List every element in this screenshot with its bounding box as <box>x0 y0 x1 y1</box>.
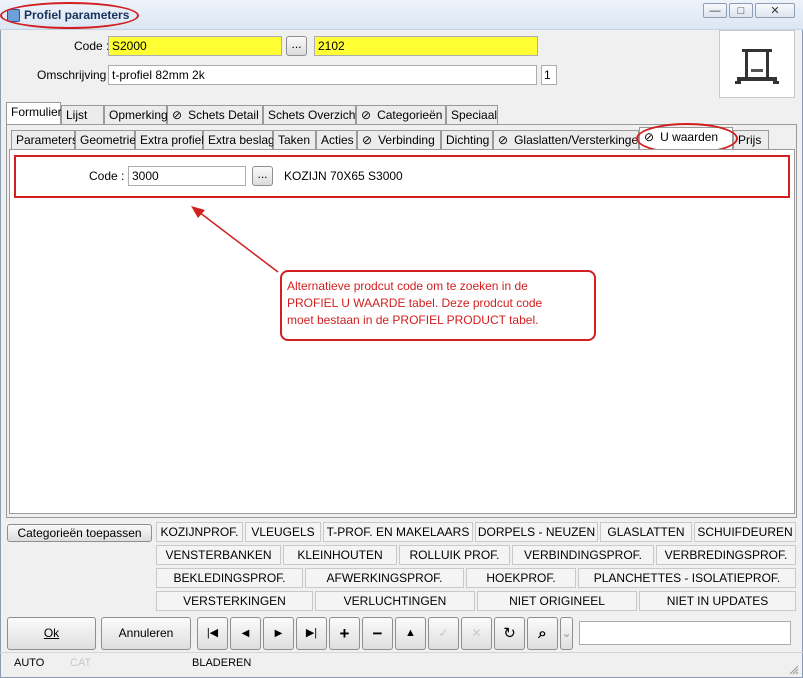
cancel-button[interactable]: Annuleren <box>101 617 191 650</box>
minimize-button[interactable]: — <box>703 3 727 18</box>
description-field[interactable]: t-profiel 82mm 2k <box>108 65 537 85</box>
tab-formulier[interactable]: Formulier <box>6 102 62 125</box>
u-code-description: KOZIJN 70X65 S3000 <box>284 169 403 183</box>
code-browse-button[interactable]: ... <box>286 36 307 56</box>
paperclip-icon: ⊘ <box>361 108 372 122</box>
discard-icon[interactable]: ✕ <box>461 617 492 650</box>
subtab-acties[interactable]: Acties <box>316 130 357 150</box>
tab-categorieen[interactable]: ⊘ Categorieën <box>356 105 446 125</box>
tab-speciaal[interactable]: Speciaal <box>446 105 498 125</box>
status-divider <box>0 652 803 653</box>
maximize-button[interactable]: □ <box>729 3 753 18</box>
category-glaslatten[interactable]: GLASLATTEN <box>600 522 692 542</box>
category-vensterbanken[interactable]: VENSTERBANKEN <box>156 545 281 565</box>
annotation-line: moet bestaan in de PROFIEL PRODUCT tabel… <box>287 313 539 327</box>
tab-label: Schets Detail <box>188 108 259 122</box>
tab-schets-overzicht[interactable]: Schets Overzicht <box>263 105 359 125</box>
status-cat: CAT <box>70 657 92 669</box>
paperclip-icon: ⊘ <box>172 108 183 122</box>
u-code-label: Code : <box>89 169 125 183</box>
ok-button[interactable]: Ok <box>7 617 96 650</box>
first-record-icon[interactable]: |◀ <box>197 617 228 650</box>
tab-label: Categorieën <box>377 108 443 122</box>
category-verluchtingen[interactable]: VERLUCHTINGEN <box>315 591 475 611</box>
category-versterkingen[interactable]: VERSTERKINGEN <box>156 591 313 611</box>
category-afwerkingsprof[interactable]: AFWERKINGSPROF. <box>305 568 464 588</box>
last-record-icon[interactable]: ▶| <box>296 617 327 650</box>
subtab-parameters[interactable]: Parameters <box>11 130 78 150</box>
subtab-extra-profiel[interactable]: Extra profiel <box>135 130 204 150</box>
category-t-prof[interactable]: T-PROF. EN MAKELAARS <box>323 522 473 542</box>
find-dropdown-icon[interactable]: ⌄ <box>560 617 573 650</box>
subtab-dichting[interactable]: Dichting <box>441 130 493 150</box>
subtab-geometrie[interactable]: Geometrie <box>75 130 136 150</box>
refresh-icon[interactable]: ↻ <box>494 617 525 650</box>
annotation-line: PROFIEL U WAARDE tabel. Deze prodcut cod… <box>287 296 543 310</box>
previous-record-icon[interactable]: ◀ <box>230 617 261 650</box>
title-highlight-ellipse <box>0 2 139 29</box>
close-button[interactable]: ✕ <box>755 3 795 18</box>
tab-lijst[interactable]: Lijst <box>61 105 104 125</box>
category-niet-origineel[interactable]: NIET ORIGINEEL <box>477 591 637 611</box>
next-record-icon[interactable]: ▶ <box>263 617 294 650</box>
category-schuifdeuren[interactable]: SCHUIFDEUREN <box>694 522 796 542</box>
confirm-icon[interactable]: ✓ <box>428 617 459 650</box>
category-planchettes[interactable]: PLANCHETTES - ISOLATIEPROF. <box>578 568 796 588</box>
annotation-callout: Alternatieve prodcut code om te zoeken i… <box>280 270 596 341</box>
tab-label: Glaslatten/Versterkingen <box>514 133 645 147</box>
category-niet-in-updates[interactable]: NIET IN UPDATES <box>639 591 796 611</box>
tab-schets-detail[interactable]: ⊘ Schets Detail <box>167 105 263 125</box>
paperclip-icon: ⊘ <box>498 133 509 147</box>
subtab-extra-beslag[interactable]: Extra beslag <box>203 130 275 150</box>
add-record-icon[interactable]: + <box>329 617 360 650</box>
remove-record-icon[interactable]: − <box>362 617 393 650</box>
u-code-field[interactable]: 3000 <box>128 166 246 186</box>
code-label: Code : <box>74 39 110 53</box>
subtab-glaslatten[interactable]: ⊘ Glaslatten/Versterkingen <box>493 130 645 150</box>
u-code-browse-button[interactable]: ... <box>252 166 273 186</box>
category-dorpels[interactable]: DORPELS - NEUZEN <box>475 522 598 542</box>
category-vleugels[interactable]: VLEUGELS <box>245 522 321 542</box>
edit-up-icon[interactable]: ▲ <box>395 617 426 650</box>
description-label: Omschrijving : <box>37 68 114 82</box>
profile-preview <box>719 30 795 98</box>
category-hoekprof[interactable]: HOEKPROF. <box>466 568 576 588</box>
category-kleinhouten[interactable]: KLEINHOUTEN <box>283 545 397 565</box>
search-input[interactable] <box>579 621 791 645</box>
code-field[interactable]: S2000 <box>108 36 282 56</box>
tab-label: Verbinding <box>378 133 435 147</box>
apply-categories-button[interactable]: Categorieën toepassen <box>7 524 152 542</box>
subtab-verbinding[interactable]: ⊘ Verbinding <box>357 130 441 150</box>
category-rolluik[interactable]: ROLLUIK PROF. <box>399 545 510 565</box>
category-bekledingsprof[interactable]: BEKLEDINGSPROF. <box>156 568 303 588</box>
code-secondary-field[interactable]: 2102 <box>314 36 538 56</box>
category-kozijnprof[interactable]: KOZIJNPROF. <box>156 522 243 542</box>
paperclip-icon: ⊘ <box>362 133 373 147</box>
status-mode: BLADEREN <box>192 657 252 669</box>
annotation-arrow-icon <box>191 206 279 273</box>
tab-opmerking[interactable]: Opmerking <box>104 105 168 125</box>
resize-grip-icon[interactable] <box>789 664 799 675</box>
status-auto: AUTO <box>14 657 45 669</box>
category-verbindingsprof[interactable]: VERBINDINGSPROF. <box>512 545 654 565</box>
profile-drawing-icon <box>735 49 779 84</box>
annotation-line: Alternatieve prodcut code om te zoeken i… <box>287 279 528 293</box>
subtab-taken[interactable]: Taken <box>273 130 316 150</box>
description-number: 1 <box>541 65 557 85</box>
subtab-prijs[interactable]: Prijs <box>733 130 769 150</box>
category-verbredingsprof[interactable]: VERBREDINGSPROF. <box>656 545 796 565</box>
find-binoculars-icon[interactable]: ⌕ <box>527 617 558 650</box>
